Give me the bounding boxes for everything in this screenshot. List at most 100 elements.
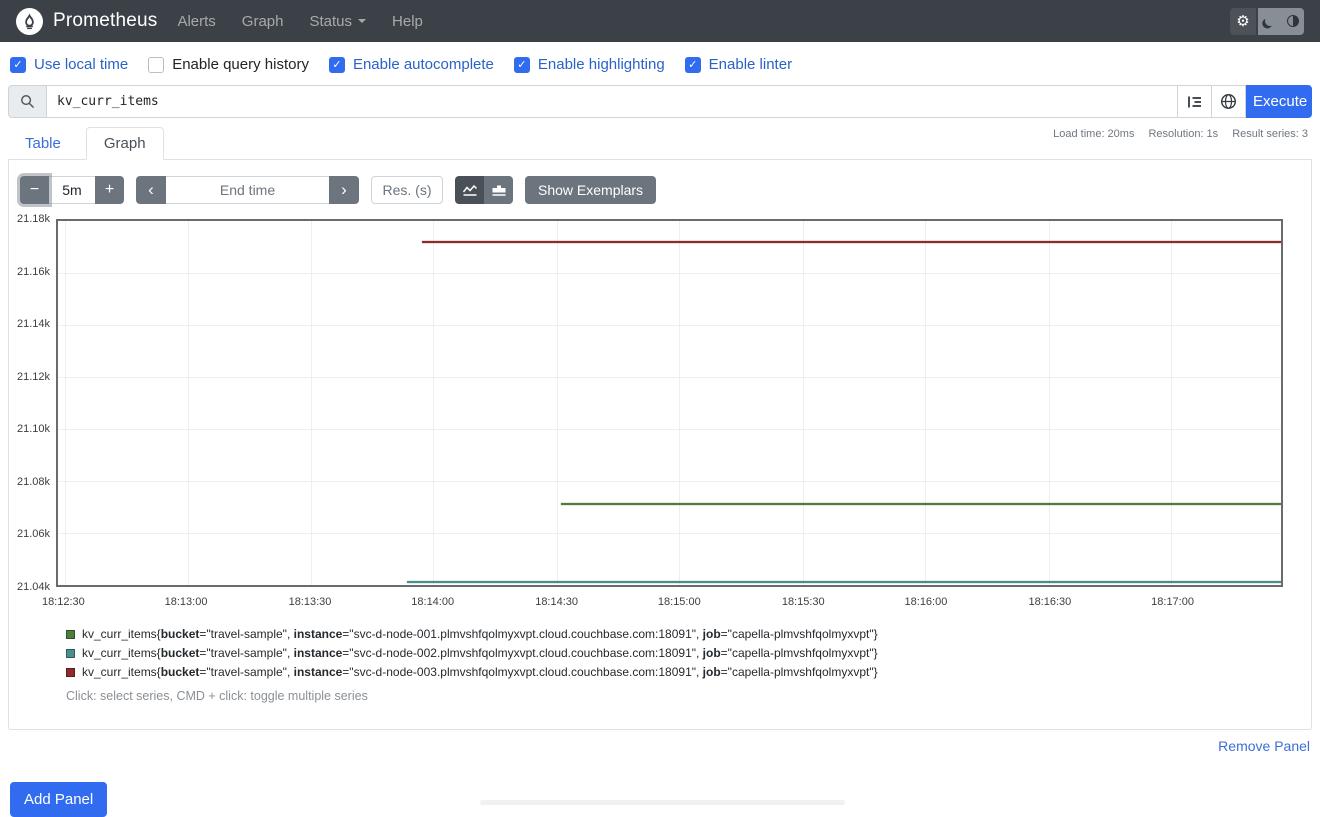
nav-item-help[interactable]: Help — [392, 13, 423, 30]
option-use-local-time[interactable]: ✓ Use local time — [10, 56, 128, 73]
zoom-out-minus-icon[interactable]: − — [20, 176, 49, 204]
option-label: Enable highlighting — [538, 56, 665, 73]
y-gridline — [58, 481, 1281, 482]
caret-down-icon — [358, 19, 366, 23]
auto-theme-contrast-icon[interactable] — [1281, 8, 1304, 35]
settings-gear-icon[interactable]: ⚙ — [1230, 8, 1256, 35]
plot-area[interactable] — [56, 219, 1283, 587]
option-label: Enable linter — [709, 56, 792, 73]
chart-series-line — [561, 503, 1281, 505]
checkbox-icon[interactable]: ✓ — [514, 57, 530, 73]
tabs-row: Load time: 20ms Resolution: 1s Result se… — [8, 128, 1312, 160]
x-tick-label: 18:13:30 — [289, 596, 332, 608]
x-tick-label: 18:15:30 — [782, 596, 825, 608]
y-gridline — [58, 533, 1281, 534]
x-tick-label: 18:12:30 — [42, 596, 85, 608]
query-input[interactable] — [46, 85, 1178, 118]
zoom-in-plus-icon[interactable]: + — [95, 176, 124, 204]
execute-button[interactable]: Execute — [1246, 85, 1312, 118]
stacked-chart-icon[interactable] — [484, 176, 513, 204]
y-gridline — [58, 429, 1281, 430]
legend-swatch-icon — [66, 668, 75, 677]
y-tick-label: 21.04k — [17, 581, 50, 593]
option-enable-autocomplete[interactable]: ✓Enable autocomplete — [329, 56, 494, 73]
y-gridline — [58, 325, 1281, 326]
tab-table[interactable]: Table — [8, 128, 78, 159]
x-tick-label: 18:13:00 — [165, 596, 208, 608]
legend-label: kv_curr_items{bucket="travel-sample", in… — [82, 665, 878, 679]
metrics-explorer-globe-icon[interactable] — [1212, 85, 1246, 118]
checkbox-icon[interactable] — [148, 57, 164, 73]
nav-items: Alerts Graph Status Help — [177, 13, 448, 30]
prometheus-torch-icon — [16, 8, 43, 35]
x-tick-label: 18:16:30 — [1028, 596, 1071, 608]
x-gridline — [803, 221, 804, 585]
navbar: Prometheus Alerts Graph Status Help ⚙ — [0, 0, 1320, 42]
x-tick-label: 18:15:00 — [658, 596, 701, 608]
chart-series-line — [422, 241, 1281, 243]
legend-swatch-icon — [66, 630, 75, 639]
x-gridline — [925, 221, 926, 585]
panel-footer: Remove Panel — [0, 738, 1310, 756]
stat-resolution: Resolution: 1s — [1148, 128, 1218, 140]
chart-series-line — [407, 581, 1281, 583]
option-enable-linter[interactable]: ✓ Enable linter — [685, 56, 792, 73]
y-tick-label: 21.16k — [17, 266, 50, 278]
nav-item-alerts[interactable]: Alerts — [177, 13, 215, 30]
legend-swatch-icon — [66, 649, 75, 658]
brand[interactable]: Prometheus — [16, 8, 157, 35]
option-enable-highlighting[interactable]: ✓ Enable highlighting — [514, 56, 665, 73]
stat-result-series: Result series: 3 — [1232, 128, 1308, 140]
option-label: Enable query history — [172, 56, 309, 73]
chevron-left-icon[interactable]: ‹ — [136, 176, 166, 204]
show-exemplars-button[interactable]: Show Exemplars — [525, 176, 656, 204]
format-expression-icon[interactable] — [1178, 85, 1212, 118]
x-gridline — [65, 221, 66, 585]
option-label: Use local time — [34, 56, 128, 73]
range-control: − + — [20, 176, 124, 204]
option-enable-query-history[interactable]: Enable query history — [148, 56, 309, 73]
duration-input[interactable] — [49, 176, 95, 204]
x-tick-label: 18:14:30 — [535, 596, 578, 608]
nav-item-status[interactable]: Status — [310, 13, 367, 30]
end-time-input[interactable] — [166, 176, 329, 204]
add-panel-button[interactable]: Add Panel — [10, 782, 107, 817]
checkbox-icon[interactable]: ✓ — [685, 57, 701, 73]
legend-label: kv_curr_items{bucket="travel-sample", in… — [82, 627, 878, 641]
nav-item-graph[interactable]: Graph — [242, 13, 284, 30]
legend-item[interactable]: kv_curr_items{bucket="travel-sample", in… — [66, 665, 1302, 679]
chevron-right-icon[interactable]: › — [329, 176, 359, 204]
query-bar: Execute — [8, 85, 1312, 118]
stat-load-time: Load time: 20ms — [1053, 128, 1134, 140]
x-gridline — [188, 221, 189, 585]
legend-item[interactable]: kv_curr_items{bucket="travel-sample", in… — [66, 646, 1302, 660]
x-gridline — [557, 221, 558, 585]
chart-type-toggle — [455, 176, 513, 204]
options-row: ✓Use local timeEnable query history✓Enab… — [0, 42, 1320, 85]
legend-label: kv_curr_items{bucket="travel-sample", in… — [82, 646, 878, 660]
x-gridline — [311, 221, 312, 585]
dark-theme-moon-icon[interactable] — [1258, 8, 1281, 35]
x-tick-label: 18:14:00 — [411, 596, 454, 608]
x-axis: 18:12:3018:13:0018:13:3018:14:0018:14:30… — [56, 596, 1283, 611]
x-tick-label: 18:16:00 — [905, 596, 948, 608]
theme-toggle-group — [1258, 8, 1304, 35]
legend-item[interactable]: kv_curr_items{bucket="travel-sample", in… — [66, 627, 1302, 641]
y-tick-label: 21.14k — [17, 318, 50, 330]
remove-panel-link[interactable]: Remove Panel — [1218, 738, 1310, 754]
y-axis: 21.18k21.16k21.14k21.12k21.10k21.08k21.0… — [18, 219, 51, 587]
graph-panel: − + ‹ › Show Exemplars 21.18k21.16k21.14… — [8, 160, 1312, 730]
time-control: ‹ › — [136, 176, 359, 204]
x-gridline — [1171, 221, 1172, 585]
tab-graph[interactable]: Graph — [86, 127, 164, 160]
checkbox-icon[interactable]: ✓ — [10, 57, 26, 73]
query-stats: Load time: 20ms Resolution: 1s Result se… — [1053, 128, 1308, 140]
x-gridline — [433, 221, 434, 585]
line-chart-icon[interactable] — [455, 176, 484, 204]
y-gridline — [58, 273, 1281, 274]
checkbox-icon[interactable]: ✓ — [329, 57, 345, 73]
legend-list: kv_curr_items{bucket="travel-sample", in… — [66, 627, 1302, 679]
resolution-input[interactable] — [371, 176, 443, 204]
x-tick-label: 18:17:00 — [1151, 596, 1194, 608]
legend-hint: Click: select series, CMD + click: toggl… — [66, 689, 1302, 703]
